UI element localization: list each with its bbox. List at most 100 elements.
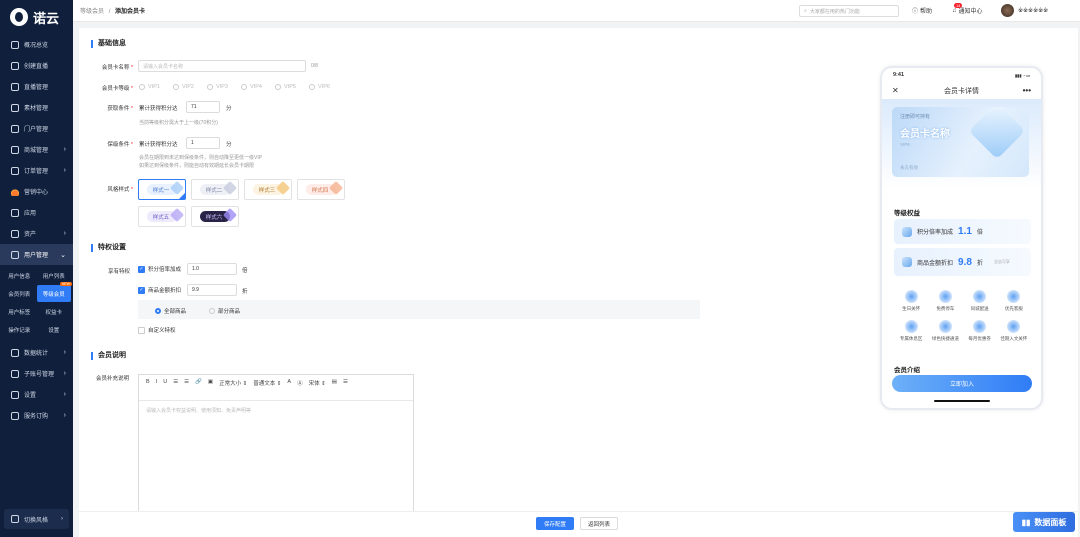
level-radio-3[interactable]: VIP3	[207, 84, 228, 90]
brand-logo[interactable]: 诺云	[0, 0, 73, 34]
scope-part-radio[interactable]: 部分商品	[209, 307, 240, 315]
level-radio-4[interactable]: VIP4	[241, 84, 262, 90]
editor-tool-3[interactable]: U	[163, 379, 167, 387]
sidebar-item-9[interactable]: 应用	[0, 202, 73, 223]
style-option-3[interactable]: 样式三	[244, 179, 292, 200]
style-option-1[interactable]: 样式一	[138, 179, 186, 200]
submenu-label: 用户列表	[42, 273, 65, 280]
scope-all-radio[interactable]: 全部商品	[155, 307, 186, 315]
editor-tool-2[interactable]: I	[156, 379, 158, 387]
benefit-item-8: 佳期入文关怀	[997, 320, 1031, 342]
card-name-input[interactable]: 请输入会员卡名称	[138, 60, 306, 72]
keep-points-input[interactable]: 1	[186, 137, 220, 149]
get-points-input[interactable]: 71	[186, 101, 220, 113]
sidebar-item-label: 直播管理	[24, 85, 49, 91]
editor-tool-8[interactable]: 正常大小 ⇕	[219, 379, 247, 387]
sidebar-item-4[interactable]: 素材管理	[0, 97, 73, 118]
submenu-item-5[interactable]: 用户标签	[2, 303, 37, 320]
sidebar-item-10[interactable]: 资产 ›	[0, 223, 73, 244]
submenu-item-8[interactable]: 设置	[37, 321, 72, 338]
level-radio-5[interactable]: VIP5	[275, 84, 296, 90]
editor-tool-13[interactable]: ▤	[332, 379, 337, 387]
asset-icon	[11, 229, 19, 238]
rich-text-editor[interactable]: B I U ☰ ☰ 🔗 ▣ 正常大小 ⇕ 普通文本 ⇕ A Ⓐ 宋体 ⇕ ▤ ☰ 请输入会员卡权益说明、使…	[138, 374, 414, 514]
submenu-item-7[interactable]: 操作记录	[2, 321, 37, 338]
editor-tool-4[interactable]: ☰	[173, 379, 178, 387]
discount-input[interactable]: 9.9	[187, 284, 237, 296]
theme-icon	[11, 515, 19, 523]
editor-tool-5[interactable]: ☰	[184, 379, 189, 387]
sidebar-item-2[interactable]: 创建直播	[0, 55, 73, 76]
brand-name: 诺云	[33, 10, 60, 26]
editor-tool-6[interactable]: 🔗	[195, 379, 202, 387]
submenu-item-1[interactable]: 用户信息	[2, 267, 37, 284]
level-radio-6[interactable]: VIP6	[309, 84, 330, 90]
level-radio-1[interactable]: VIP1	[139, 84, 160, 90]
sidebar-item-8[interactable]: 营销中心	[0, 181, 73, 202]
notice-count-badge: 14	[954, 3, 963, 8]
sidebar-menu-lower: 数据统计 › 子账号管理 › 设置 › 服务订购 ›	[0, 342, 73, 426]
editor-tool-1[interactable]: B	[146, 379, 150, 387]
editor-tool-11[interactable]: Ⓐ	[297, 379, 303, 387]
top-bar: 等级会员 / 添加会员卡 ⌕ 大家都在用的热门功能 ⓘ 帮助 ♫ 14 通知中心…	[73, 0, 1080, 22]
dashboard-button[interactable]: ▮▮ 数据面板	[1013, 512, 1075, 532]
discount-icon	[902, 257, 912, 267]
benefit-label: 免费停车	[936, 306, 955, 311]
benefit-icon	[904, 290, 918, 303]
submenu-label: 等级会员	[42, 291, 65, 298]
points-multiplier-checkbox[interactable]: ✓ 积分倍率加成	[138, 265, 181, 273]
editor-tool-9[interactable]: 普通文本 ⇕	[253, 379, 281, 387]
keep-condition-label: 保级条件 *	[107, 142, 133, 148]
save-button[interactable]: 保存配置	[536, 517, 574, 530]
discount-unit: 折	[242, 289, 248, 295]
sidebar-item-5[interactable]: 门户管理	[0, 118, 73, 139]
points-multiplier-input[interactable]: 1.0	[187, 263, 237, 275]
section-basic-info: 基础信息	[91, 40, 126, 48]
style-option-2[interactable]: 样式二	[191, 179, 239, 200]
join-button[interactable]: 立即加入	[892, 375, 1032, 392]
submenu-label: 设置	[48, 327, 60, 334]
sidebar-item-7[interactable]: 订单管理 ›	[0, 160, 73, 181]
style-pill: 样式六	[199, 211, 231, 222]
editor-tool-7[interactable]: ▣	[208, 379, 213, 387]
breadcrumb: 等级会员 / 添加会员卡	[73, 6, 145, 15]
sidebar-item-label: 门户管理	[24, 127, 49, 133]
submenu-item-3[interactable]: 会员列表	[2, 285, 37, 302]
more-icon[interactable]: •••	[1023, 86, 1031, 95]
help-button[interactable]: ⓘ 帮助	[912, 6, 932, 15]
level-radio-2[interactable]: VIP2	[173, 84, 194, 90]
sidebar-item-6[interactable]: 商城管理 ›	[0, 139, 73, 160]
search-input[interactable]: ⌕ 大家都在用的热门功能	[799, 5, 899, 17]
editor-tool-12[interactable]: 宋体 ⇕	[309, 379, 326, 387]
sidebar-item-3[interactable]: 设置 ›	[0, 384, 73, 405]
benefit-icon	[973, 320, 987, 333]
benefit-icon	[904, 320, 918, 333]
get-condition-hint: 当前等级积分需大于上一级(70积分)	[139, 120, 218, 126]
style-option-4[interactable]: 样式四	[297, 179, 345, 200]
sidebar-item-11[interactable]: 用户管理 ⌄	[0, 244, 73, 265]
benefit-label: 绿色快捷通道	[931, 336, 959, 341]
sidebar-item-1[interactable]: 数据统计 ›	[0, 342, 73, 363]
sidebar-item-2[interactable]: 子账号管理 ›	[0, 363, 73, 384]
custom-privilege-checkbox[interactable]: 自定义特权	[138, 326, 176, 334]
editor-tool-14[interactable]: ☰	[343, 379, 348, 387]
chevron-icon: ›	[63, 391, 66, 398]
back-to-list-button[interactable]: 返回列表	[580, 517, 618, 530]
close-icon[interactable]: ✕	[892, 86, 899, 95]
submenu-item-6[interactable]: 权益卡	[37, 303, 72, 320]
sidebar-item-1[interactable]: 概况总览	[0, 34, 73, 55]
editor-tool-10[interactable]: A	[287, 379, 291, 387]
user-menu[interactable]: ※※※※※※	[1001, 4, 1048, 17]
sidebar-item-4[interactable]: 服务订购 ›	[0, 405, 73, 426]
switch-style-button[interactable]: 切换风格 ›	[4, 509, 69, 529]
breadcrumb-parent[interactable]: 等级会员	[80, 9, 104, 15]
notice-label: 通知中心	[958, 9, 983, 15]
style-option-5[interactable]: 样式五	[138, 206, 186, 227]
discount-checkbox[interactable]: ✓ 商品金额折扣	[138, 286, 181, 294]
submenu-item-4[interactable]: 等级会员 NEW	[36, 282, 72, 302]
help-icon: ⓘ	[912, 9, 919, 15]
benefit-item-1: 生日关怀	[894, 290, 928, 312]
sidebar-item-3[interactable]: 直播管理	[0, 76, 73, 97]
style-option-6[interactable]: 样式六	[191, 206, 239, 227]
notice-center-button[interactable]: ♫ 14 通知中心	[952, 3, 983, 15]
